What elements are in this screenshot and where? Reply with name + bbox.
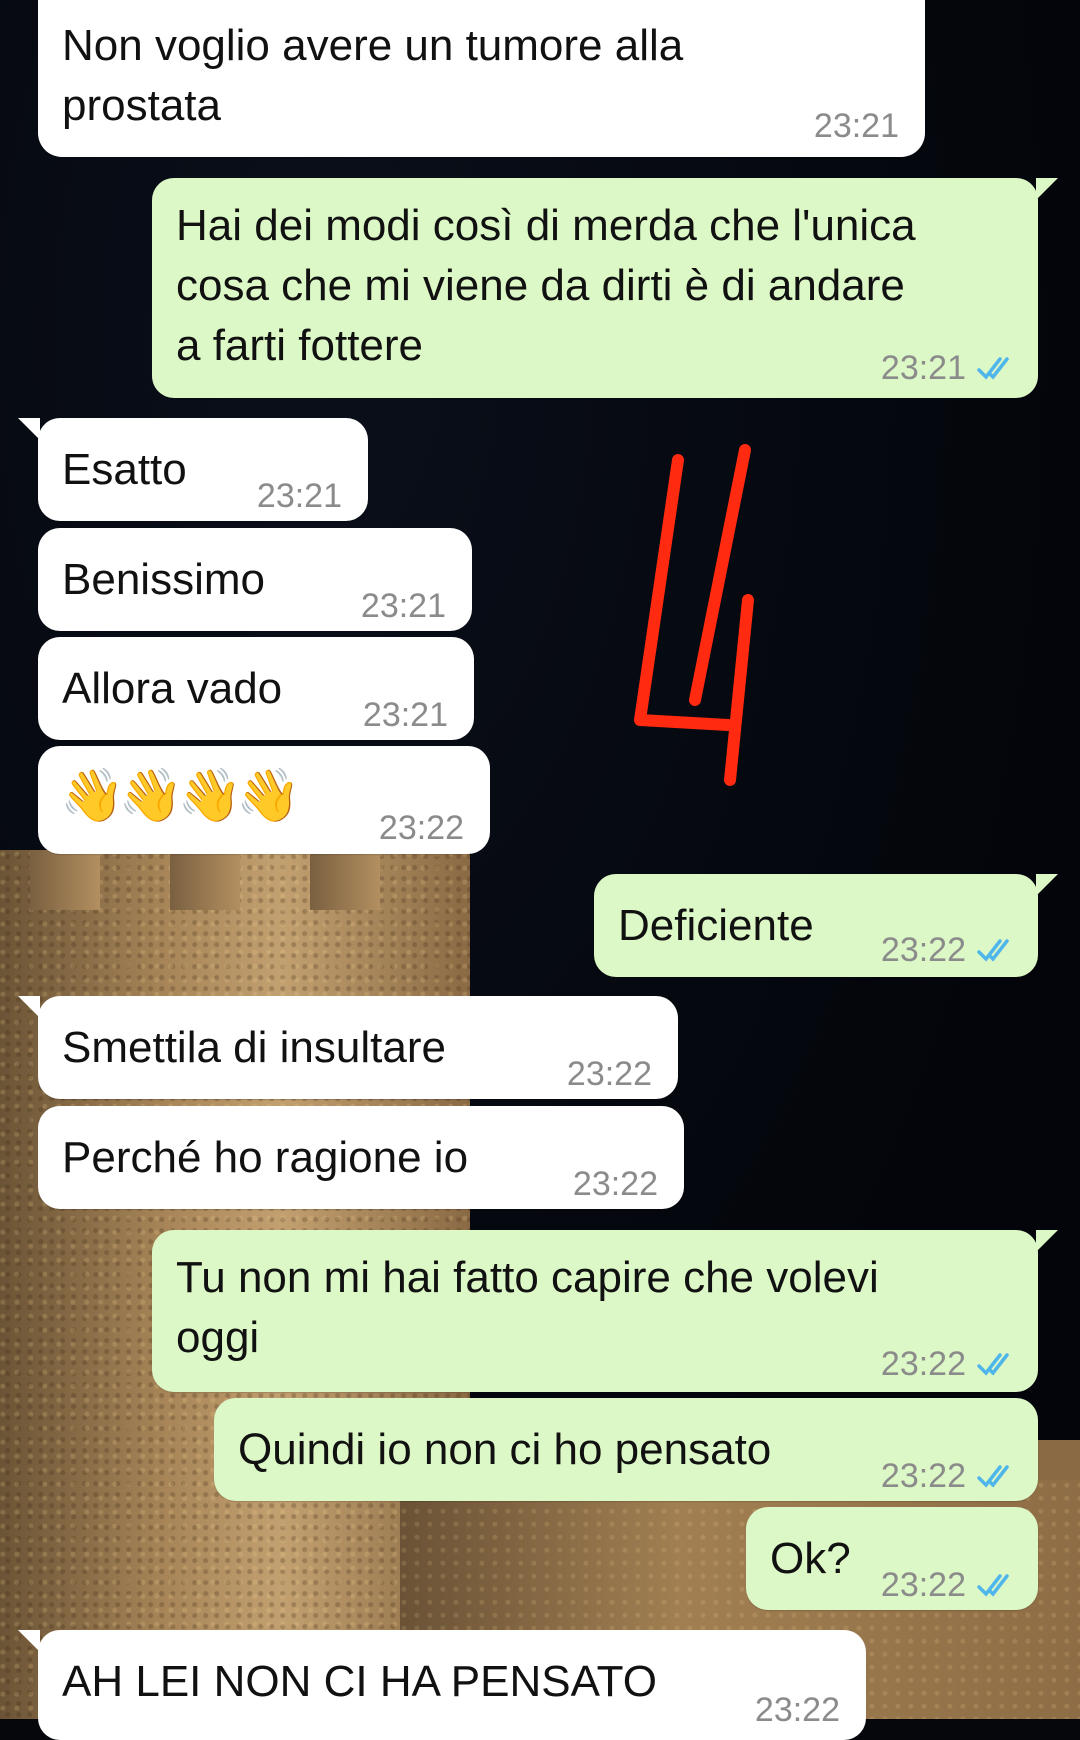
message-time: 23:22 xyxy=(880,1566,966,1604)
message-outgoing[interactable]: Ok? 23:22 xyxy=(746,1507,1038,1610)
message-text: Perché ho ragione io xyxy=(62,1133,469,1182)
message-incoming[interactable]: Smettila di insultare 23:22 xyxy=(18,996,678,1099)
double-check-icon xyxy=(977,1574,1009,1597)
message-outgoing[interactable]: Quindi io non ci ho pensato 23:22 xyxy=(214,1398,1038,1501)
message-text: Tu non mi hai fatto capire che volevi og… xyxy=(176,1253,879,1362)
message-text: Esatto xyxy=(62,445,187,494)
double-check-icon xyxy=(977,1353,1009,1376)
message-text: Smettila di insultare xyxy=(62,1023,446,1072)
double-check-icon xyxy=(977,939,1009,962)
bubble-tail xyxy=(18,418,40,440)
message-meta: 23:22 xyxy=(573,1154,658,1214)
message-text: Allora vado xyxy=(62,664,283,713)
message-outgoing[interactable]: Tu non mi hai fatto capire che volevi og… xyxy=(152,1230,1058,1394)
message-meta: 23:21 xyxy=(363,685,448,745)
hand-drawn-annotation-icon xyxy=(634,444,754,786)
message-meta: 23:21 xyxy=(257,466,342,526)
message-incoming[interactable]: AH LEI NON CI HA PENSATO 23:22 xyxy=(18,1630,866,1740)
message-time: 23:21 xyxy=(362,696,448,734)
message-outgoing[interactable]: Hai dei modi così di merda che l'unica c… xyxy=(152,178,1058,398)
message-time: 23:22 xyxy=(566,1055,652,1093)
message-meta: 23:22 xyxy=(567,1044,652,1104)
message-time: 23:21 xyxy=(360,587,446,625)
message-time: 23:21 xyxy=(813,107,899,145)
message-text: Deficiente xyxy=(618,901,814,950)
message-meta: 23:22 xyxy=(881,1555,1016,1615)
message-meta: 23:22 xyxy=(379,798,464,858)
message-meta: 23:22 xyxy=(755,1680,840,1740)
message-meta: 23:21 xyxy=(361,576,446,636)
bubble-tail xyxy=(1036,874,1058,896)
message-text: Non voglio avere un tumore alla prostata xyxy=(62,21,684,130)
message-incoming[interactable]: Perché ho ragione io 23:22 xyxy=(38,1106,684,1209)
message-incoming[interactable]: Benissimo 23:21 xyxy=(38,528,472,631)
message-meta: 23:21 xyxy=(881,338,1016,398)
message-text: Benissimo xyxy=(62,555,265,604)
message-time: 23:22 xyxy=(880,1345,966,1383)
message-time: 23:22 xyxy=(880,1457,966,1495)
bubble-tail xyxy=(18,1630,40,1652)
message-time: 23:22 xyxy=(754,1691,840,1729)
message-incoming[interactable]: Non voglio avere un tumore alla prostata… xyxy=(38,0,925,157)
bubble-tail xyxy=(18,996,40,1018)
message-time: 23:22 xyxy=(572,1165,658,1203)
message-incoming[interactable]: Allora vado 23:21 xyxy=(38,637,474,740)
message-outgoing[interactable]: Deficiente 23:22 xyxy=(594,874,1058,980)
message-meta: 23:22 xyxy=(881,1446,1016,1506)
message-incoming[interactable]: Esatto 23:21 xyxy=(18,418,368,521)
message-incoming[interactable]: 👋👋👋👋 23:22 xyxy=(38,746,490,854)
double-check-icon xyxy=(977,357,1009,380)
message-emoji: 👋👋👋👋 xyxy=(60,767,301,825)
message-time: 23:22 xyxy=(378,809,464,847)
message-text: Quindi io non ci ho pensato xyxy=(238,1425,772,1474)
message-time: 23:21 xyxy=(880,349,966,387)
double-check-icon xyxy=(977,1465,1009,1488)
bubble-tail xyxy=(1036,1230,1058,1252)
message-list[interactable]: Non voglio avere un tumore alla prostata… xyxy=(0,0,1080,1740)
message-text: Ok? xyxy=(770,1534,851,1583)
message-meta: 23:21 xyxy=(814,96,899,156)
message-text: Hai dei modi così di merda che l'unica c… xyxy=(176,201,916,370)
bubble-tail xyxy=(1036,178,1058,200)
message-text: AH LEI NON CI HA PENSATO xyxy=(62,1657,657,1706)
message-time: 23:22 xyxy=(880,931,966,969)
message-time: 23:21 xyxy=(256,477,342,515)
message-meta: 23:22 xyxy=(881,1334,1016,1394)
message-meta: 23:22 xyxy=(881,920,1016,980)
